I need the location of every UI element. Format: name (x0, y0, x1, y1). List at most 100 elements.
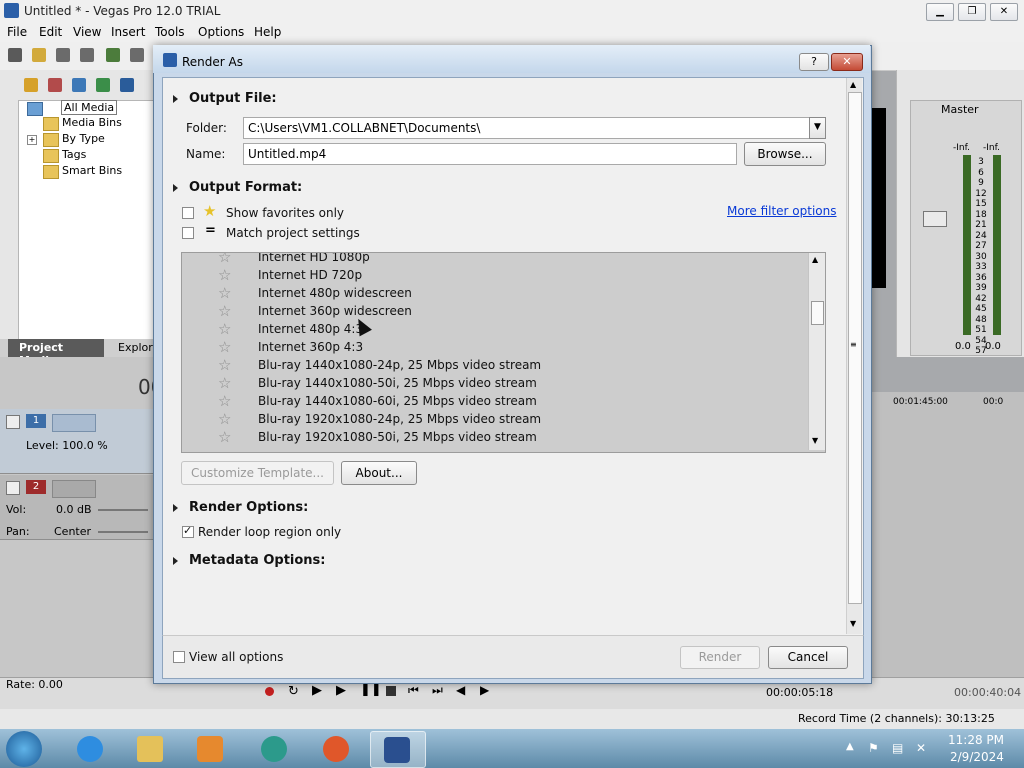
next-frame-icon[interactable]: ▶ (480, 683, 489, 697)
menu-help[interactable]: Help (254, 25, 281, 39)
web-icon[interactable] (96, 78, 110, 92)
template-star-icon[interactable]: ☆ (218, 338, 231, 356)
template-star-icon[interactable]: ☆ (218, 302, 231, 320)
list-item[interactable]: Internet 480p 4:3 (258, 322, 363, 336)
volume-slider[interactable] (98, 509, 148, 511)
network-icon[interactable]: ▤ (892, 741, 903, 755)
tab-project-media[interactable]: Project Media (8, 339, 104, 367)
tree-item-media-bins[interactable]: Media Bins (62, 116, 122, 129)
restore-button[interactable]: ❐ (958, 3, 986, 21)
template-star-icon[interactable]: ☆ (218, 356, 231, 374)
about-button[interactable]: About... (341, 461, 417, 485)
expand-caret-icon[interactable] (173, 504, 178, 512)
browse-button[interactable]: Browse... (744, 142, 826, 166)
start-button[interactable] (6, 731, 42, 767)
go-start-icon[interactable]: ⏮ (408, 683, 419, 698)
list-item[interactable]: Blu-ray 1920x1080-50i, 25 Mbps video str… (258, 430, 537, 444)
menu-insert[interactable]: Insert (111, 25, 145, 39)
menu-file[interactable]: File (7, 25, 27, 39)
output-file-header[interactable]: Output File: (189, 91, 277, 106)
play-from-start-icon[interactable]: ▶ (312, 683, 322, 698)
scroll-up-icon[interactable]: ▲ (850, 80, 856, 89)
template-star-icon[interactable]: ☆ (218, 253, 231, 266)
timeline-area[interactable]: 00:01:45:00 00:0 (866, 392, 1024, 677)
pan-slider[interactable] (98, 531, 148, 533)
media-player-icon[interactable] (184, 731, 238, 766)
template-star-icon[interactable]: ☆ (218, 284, 231, 302)
scroll-thumb[interactable] (811, 301, 824, 325)
list-item[interactable]: Blu-ray 1440x1080-60i, 25 Mbps video str… (258, 394, 537, 408)
list-item[interactable]: Internet 360p widescreen (258, 304, 412, 318)
list-item[interactable]: Blu-ray 1920x1080-24p, 25 Mbps video str… (258, 412, 541, 426)
render-loop-checkbox[interactable] (182, 524, 194, 538)
list-item[interactable]: Internet HD 1080p (258, 253, 370, 264)
go-end-icon[interactable]: ⏭ (432, 683, 443, 698)
close-app-button[interactable]: ✕ (990, 3, 1018, 21)
list-item[interactable]: Internet 480p widescreen (258, 286, 412, 300)
track-collapse-icon[interactable] (6, 481, 20, 495)
match-project-checkbox[interactable] (182, 227, 194, 239)
track-name-field[interactable] (52, 480, 96, 498)
record-icon[interactable] (265, 687, 274, 696)
menu-tools[interactable]: Tools (155, 25, 185, 39)
render-options-header[interactable]: Render Options: (189, 500, 308, 515)
audio-track[interactable]: 2 Vol: 0.0 dB Pan: Center (0, 475, 154, 540)
properties-icon[interactable] (130, 48, 144, 62)
folder-field[interactable]: C:\Users\VM1.COLLABNET\Documents\ (243, 117, 818, 139)
menu-view[interactable]: View (73, 25, 101, 39)
vegas-taskbar-icon[interactable] (370, 731, 426, 768)
tree-item-all-media[interactable]: All Media (61, 100, 118, 115)
view-all-checkbox[interactable] (173, 651, 185, 663)
menu-options[interactable]: Options (198, 25, 244, 39)
list-item[interactable]: Blu-ray 1440x1080-24p, 25 Mbps video str… (258, 358, 541, 372)
show-favorites-label[interactable]: Show favorites only (226, 206, 344, 220)
tree-item-smart-bins[interactable]: Smart Bins (62, 164, 122, 177)
search-media-icon[interactable] (120, 78, 134, 92)
capture-icon[interactable] (48, 78, 62, 92)
play-icon[interactable]: ▶ (336, 683, 346, 698)
list-item[interactable]: Internet 360p 4:3 (258, 340, 363, 354)
template-star-icon[interactable]: ☆ (218, 320, 231, 338)
scroll-down-icon[interactable]: ▼ (850, 619, 856, 628)
folder-dropdown-arrow-icon[interactable]: ▼ (809, 117, 826, 139)
show-favorites-checkbox[interactable] (182, 207, 194, 219)
stop-icon[interactable] (386, 686, 396, 696)
template-list[interactable]: ☆ Internet HD 1080p ☆ Internet HD 720p ☆… (181, 252, 826, 453)
file-explorer-icon[interactable] (124, 731, 178, 766)
prev-frame-icon[interactable]: ◀ (456, 683, 465, 697)
template-star-icon[interactable]: ☆ (218, 374, 231, 392)
tree-item-by-type[interactable]: By Type (62, 132, 105, 145)
internet-explorer-icon[interactable] (64, 731, 118, 766)
list-item[interactable]: Internet HD 720p (258, 268, 362, 282)
video-track[interactable]: 1 Level: 100.0 % (0, 409, 154, 474)
new-icon[interactable] (8, 48, 22, 62)
volume-muted-icon[interactable]: ✕ (916, 741, 926, 755)
tray-arrow-icon[interactable]: ▲ (846, 741, 854, 752)
clock-time[interactable]: 11:28 PM (948, 733, 1004, 747)
flag-icon[interactable]: ⚑ (868, 741, 879, 755)
loop-icon[interactable]: ↻ (288, 684, 299, 699)
list-item[interactable]: Blu-ray 1440x1080-50i, 25 Mbps video str… (258, 376, 537, 390)
save-as-icon[interactable] (80, 48, 94, 62)
template-list-scrollbar[interactable]: ▲ ▼ (808, 253, 825, 450)
template-star-icon[interactable]: ☆ (218, 410, 231, 428)
track-name-field[interactable] (52, 414, 96, 432)
dialog-close-button[interactable]: ✕ (831, 53, 863, 71)
render-loop-label[interactable]: Render loop region only (198, 525, 341, 539)
pause-icon[interactable]: ❚❚ (360, 682, 382, 697)
firefox-icon[interactable] (310, 731, 364, 766)
output-format-header[interactable]: Output Format: (189, 180, 302, 195)
clock-date[interactable]: 2/9/2024 (950, 750, 1004, 764)
render-button[interactable]: Render (680, 646, 760, 669)
scroll-up-icon[interactable]: ▲ (812, 255, 818, 264)
import-media-icon[interactable] (24, 78, 38, 92)
minimize-button[interactable]: ▁ (926, 3, 954, 21)
get-media-icon[interactable] (72, 78, 86, 92)
help-button[interactable]: ? (799, 53, 829, 71)
track-collapse-icon[interactable] (6, 415, 20, 429)
cancel-button[interactable]: Cancel (768, 646, 848, 669)
template-star-icon[interactable]: ☆ (218, 392, 231, 410)
scroll-down-icon[interactable]: ▼ (812, 436, 818, 445)
template-star-icon[interactable]: ☆ (218, 266, 231, 284)
dialog-scrollbar[interactable]: ▲ ≡ ▼ (846, 78, 862, 634)
